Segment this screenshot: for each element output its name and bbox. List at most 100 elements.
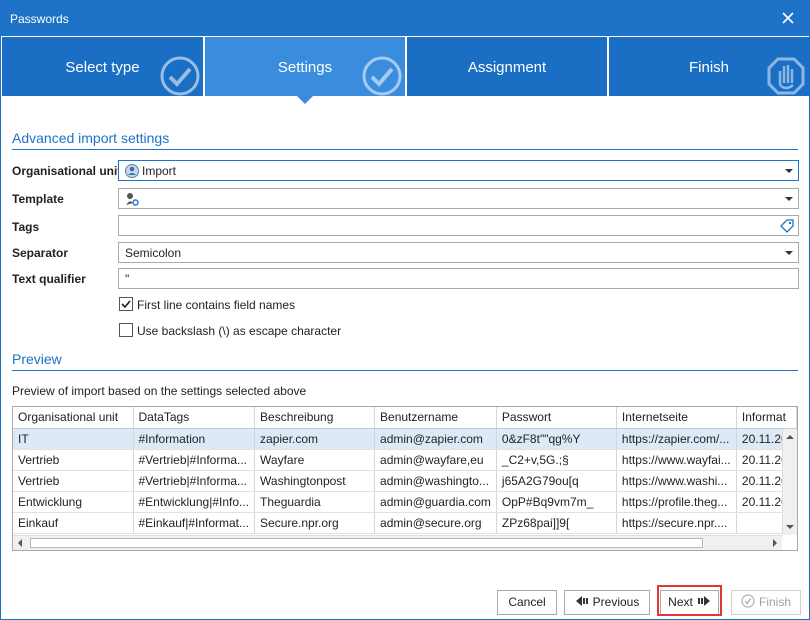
table-cell: admin@wayfare,eu — [374, 449, 497, 471]
arrow-left-icon — [575, 596, 588, 606]
chevron-down-icon — [785, 251, 793, 255]
separator-dropdown[interactable]: Semicolon — [118, 242, 799, 263]
table-cell: Einkauf — [13, 512, 134, 534]
table-row[interactable]: IT #Information zapier.com admin@zapier.… — [13, 428, 797, 450]
table-cell: admin@secure.org — [374, 512, 497, 534]
title-bar: Passwords — [1, 1, 809, 36]
table-cell: https://www.wayfai... — [616, 449, 737, 471]
finish-button[interactable]: Finish — [731, 590, 801, 615]
table-cell: #Information — [133, 428, 256, 450]
table-row[interactable]: Einkauf #Einkauf|#Informat... Secure.npr… — [13, 512, 797, 534]
table-cell: Wayfare — [254, 449, 376, 471]
table-cell: #Entwicklung|#Info... — [133, 491, 256, 513]
previous-label: Previous — [592, 595, 640, 609]
text-qualifier-input[interactable]: " — [118, 268, 799, 289]
scroll-down-icon[interactable] — [786, 525, 794, 529]
checkmark-icon — [121, 300, 131, 309]
check-circle-icon — [741, 594, 755, 608]
backslash-escape-label[interactable]: Use backslash (\) as escape character — [137, 324, 341, 338]
table-cell: admin@zapier.com — [374, 428, 497, 450]
preview-grid[interactable]: Organisational unit DataTags Beschreibun… — [12, 406, 798, 551]
wizard-step-finish[interactable]: Finish — [609, 37, 809, 96]
table-cell: https://www.washi... — [616, 470, 737, 492]
table-cell: #Vertrieb|#Informa... — [133, 470, 256, 492]
org-unit-icon — [125, 164, 139, 178]
table-cell: Vertrieb — [13, 470, 134, 492]
wizard-step-select-type[interactable]: Select type — [2, 37, 203, 96]
table-row[interactable]: Vertrieb #Vertrieb|#Informa... Wayfare a… — [13, 449, 797, 471]
table-cell: #Einkauf|#Informat... — [133, 512, 256, 534]
org-unit-label: Organisational unit — [12, 164, 122, 178]
scroll-left-icon[interactable] — [18, 539, 22, 547]
scroll-thumb[interactable] — [30, 538, 703, 548]
section-divider — [12, 370, 798, 371]
table-cell: Theguardia — [254, 491, 376, 513]
table-cell: #Vertrieb|#Informa... — [133, 449, 256, 471]
advanced-settings-title: Advanced import settings — [12, 130, 170, 146]
column-header[interactable]: DataTags — [133, 407, 256, 429]
finish-label: Finish — [758, 595, 791, 609]
table-cell: zapier.com — [254, 428, 376, 450]
table-row[interactable]: Entwicklung #Entwicklung|#Info... Thegua… — [13, 491, 797, 513]
active-step-pointer — [297, 96, 313, 104]
chevron-down-icon — [785, 169, 793, 173]
previous-button[interactable]: Previous — [564, 590, 650, 615]
preview-table: Organisational unit DataTags Beschreibun… — [13, 407, 797, 534]
table-cell: 0&zF8t""qg%Y — [496, 428, 617, 450]
column-header[interactable]: Passwort — [496, 407, 617, 429]
section-divider — [12, 149, 798, 150]
vertical-scrollbar[interactable] — [782, 429, 797, 535]
first-line-checkbox[interactable] — [119, 297, 133, 311]
scroll-up-icon[interactable] — [786, 435, 794, 439]
cancel-button[interactable]: Cancel — [497, 590, 557, 615]
template-dropdown[interactable] — [118, 188, 799, 209]
table-cell: https://secure.npr.... — [616, 512, 737, 534]
window-title: Passwords — [10, 12, 69, 26]
table-cell: ZPz68pai]]9[ — [496, 512, 617, 534]
column-header[interactable]: Internetseite — [616, 407, 737, 429]
scroll-right-icon[interactable] — [773, 539, 777, 547]
table-cell: OpP#Bq9vm7m_ — [496, 491, 617, 513]
table-cell: _C2+v,5G.;§ — [496, 449, 617, 471]
passwords-dialog: Passwords Select type Settings Assignmen… — [0, 0, 810, 620]
table-cell: j65A2G79ou[q — [496, 470, 617, 492]
preview-title: Preview — [12, 351, 62, 367]
chevron-down-icon — [785, 197, 793, 201]
wizard-step-assignment[interactable]: Assignment — [407, 37, 607, 96]
first-line-label[interactable]: First line contains field names — [137, 298, 295, 312]
horizontal-scrollbar[interactable] — [13, 535, 782, 550]
org-unit-dropdown[interactable]: Import — [118, 160, 799, 181]
header-row: Organisational unit DataTags Beschreibun… — [13, 407, 797, 429]
table-cell: Washingtonpost — [254, 470, 376, 492]
template-icon — [126, 193, 139, 206]
table-cell: https://profile.theg... — [616, 491, 737, 513]
close-icon[interactable] — [777, 7, 799, 29]
tag-icon[interactable] — [780, 219, 794, 233]
column-header[interactable]: Organisational unit — [13, 407, 134, 429]
preview-description: Preview of import based on the settings … — [12, 384, 307, 398]
hand-stop-icon — [767, 57, 805, 95]
tags-input[interactable] — [118, 215, 799, 236]
table-cell: Entwicklung — [13, 491, 134, 513]
table-cell: Vertrieb — [13, 449, 134, 471]
wizard-steps: Select type Settings Assignment Finish — [1, 36, 809, 96]
text-qualifier-label: Text qualifier — [12, 272, 86, 286]
text-qualifier-value: " — [125, 272, 130, 286]
tags-label: Tags — [12, 220, 40, 234]
next-button-highlight — [657, 585, 722, 616]
table-row[interactable]: Vertrieb #Vertrieb|#Informa... Washingto… — [13, 470, 797, 492]
checkmark-icon — [160, 56, 200, 96]
org-unit-value: Import — [142, 164, 177, 178]
column-header[interactable]: Beschreibung — [254, 407, 376, 429]
checkmark-icon — [362, 56, 402, 96]
separator-value: Semicolon — [125, 246, 182, 260]
table-cell: IT — [13, 428, 134, 450]
template-label: Template — [12, 192, 64, 206]
table-cell: Secure.npr.org — [254, 512, 376, 534]
column-header[interactable]: Informat — [736, 407, 797, 429]
wizard-step-label: Assignment — [467, 59, 547, 76]
wizard-step-settings[interactable]: Settings — [205, 37, 405, 96]
column-header[interactable]: Benutzername — [374, 407, 497, 429]
backslash-escape-checkbox[interactable] — [119, 323, 133, 337]
separator-label: Separator — [12, 246, 69, 260]
